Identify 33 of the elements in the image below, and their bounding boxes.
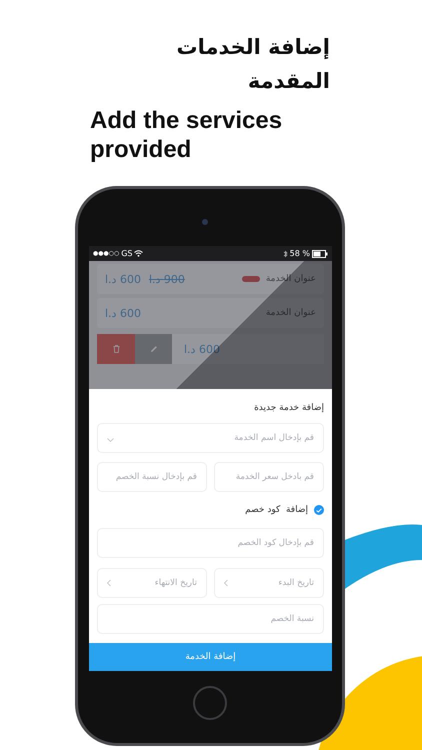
chevron-down-icon [107,438,114,442]
coupon-code-field[interactable]: قم بإدخال كود الخصم [97,528,324,558]
chevron-left-icon [224,579,228,586]
carrier-name: GS [121,249,132,258]
service-card[interactable]: 600 د.ا [172,334,324,364]
service-price: 600 د.ا [105,306,141,320]
wifi-icon [134,250,144,257]
bluetooth-icon [282,250,288,258]
home-button[interactable] [193,686,227,720]
add-service-button[interactable]: إضافة الخدمة [89,643,332,671]
discount-rate-field[interactable]: نسبة الخصم [97,604,324,634]
chevron-left-icon [107,579,111,586]
trash-icon [112,345,120,353]
checkbox-label: إضافة كود خصم [245,505,308,516]
discount-field[interactable]: قم بإدخال نسبة الخصم [97,462,207,492]
arabic-headline: إضافة الخدمات المقدمة [175,34,330,95]
service-select[interactable]: قم بإدخال اسم الخدمة [97,423,324,453]
end-date-field[interactable]: تاريخ الانتهاء [97,568,207,598]
edit-button[interactable] [135,334,172,364]
battery-percentage: 58 % [290,249,310,258]
pencil-icon [150,345,158,353]
discount-badge [242,276,260,282]
delete-button[interactable] [97,334,135,364]
camera-icon [202,218,208,224]
english-headline: Add the services provided [90,106,284,164]
service-price: 600 د.ا [105,272,141,286]
start-date-field[interactable]: تاريخ البدء [214,568,324,598]
checkbox[interactable] [314,505,324,516]
battery-icon [312,250,328,258]
service-price: 600 د.ا [184,342,220,356]
form-title: إضافة خدمة جديدة [253,403,324,413]
price-field[interactable]: قم بادخل سعر الخدمة [214,462,324,492]
old-price: 900 د.ا [148,272,185,286]
